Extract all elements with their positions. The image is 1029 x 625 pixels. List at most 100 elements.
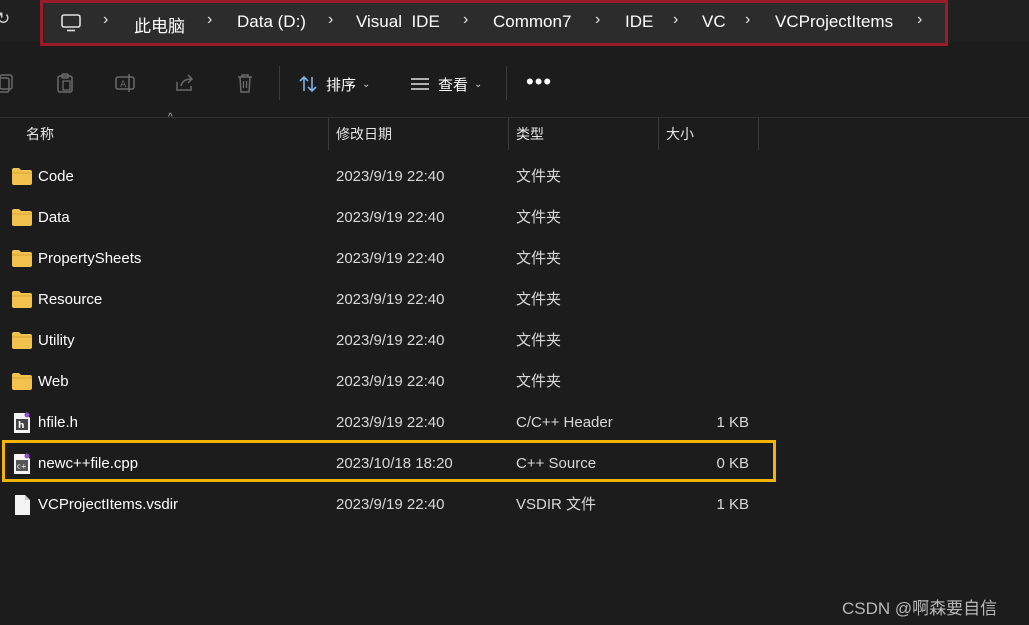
chevron-right-icon[interactable]: › xyxy=(328,11,333,29)
file-row[interactable]: VCProjectItems.vsdir 2023/9/19 22:40 VSD… xyxy=(0,484,1029,525)
watermark: CSDN @啊森要自信 xyxy=(842,599,998,618)
chevron-right-icon[interactable]: › xyxy=(673,11,678,29)
chevron-right-icon[interactable]: › xyxy=(103,11,108,29)
highlight-box xyxy=(2,440,776,482)
file-icon xyxy=(15,494,30,515)
folder-icon xyxy=(12,291,32,308)
breadcrumb-this-pc[interactable]: 此电脑 xyxy=(134,12,185,37)
file-row[interactable]: Utility 2023/9/19 22:40 文件夹 xyxy=(0,320,1029,361)
chevron-right-icon[interactable]: › xyxy=(917,11,922,29)
file-name-cell: PropertySheets xyxy=(12,238,141,279)
file-date: 2023/9/19 22:40 xyxy=(336,496,445,513)
share-icon[interactable] xyxy=(174,72,196,94)
file-name: VCProjectItems.vsdir xyxy=(38,496,179,513)
file-name: Data xyxy=(38,209,70,226)
column-header-row: 名称 修改日期 类型 大小 xyxy=(0,118,1029,150)
chevron-down-icon: ⌄ xyxy=(362,78,371,90)
file-name: Utility xyxy=(38,332,75,349)
folder-icon xyxy=(12,373,32,390)
file-row[interactable]: h hfile.h 2023/9/19 22:40 C/C++ Header 1… xyxy=(0,402,1029,443)
file-name-cell: Code xyxy=(12,156,74,197)
file-name-cell: h hfile.h xyxy=(12,402,78,443)
more-options-button[interactable]: ••• xyxy=(526,71,552,93)
file-name: Code xyxy=(38,168,74,185)
breadcrumb-vc[interactable]: VC xyxy=(702,12,726,32)
file-type: 文件夹 xyxy=(516,373,562,390)
file-type: C/C++ Header xyxy=(516,414,613,431)
file-type: 文件夹 xyxy=(516,250,562,267)
file-date: 2023/9/19 22:40 xyxy=(336,291,445,308)
file-size xyxy=(660,361,749,402)
file-name: hfile.h xyxy=(38,414,79,431)
file-size xyxy=(660,197,749,238)
view-button[interactable]: 查看 ⌄ xyxy=(410,72,482,96)
folder-icon xyxy=(12,209,32,226)
chevron-right-icon[interactable]: › xyxy=(595,11,600,29)
file-date: 2023/9/19 22:40 xyxy=(336,332,445,349)
column-header-size[interactable]: 大小 xyxy=(658,118,694,150)
chevron-right-icon[interactable]: › xyxy=(207,11,212,29)
toolbar-divider xyxy=(279,66,280,100)
file-date: 2023/9/19 22:40 xyxy=(336,414,445,431)
header-file-icon: h xyxy=(14,412,30,433)
paste-icon[interactable] xyxy=(54,72,76,94)
file-type: VSDIR 文件 xyxy=(516,496,597,513)
sort-label: 排序 xyxy=(326,76,357,94)
breadcrumb-visual-ide[interactable]: Visual IDE xyxy=(356,12,440,32)
folder-icon xyxy=(12,332,32,349)
view-icon xyxy=(411,78,429,90)
command-bar: A 排序 ⌄ 查看 ⌄ ••• xyxy=(0,48,1029,118)
file-name: Web xyxy=(38,373,69,390)
rename-icon[interactable]: A xyxy=(114,72,136,94)
column-header-date[interactable]: 修改日期 xyxy=(328,118,392,150)
chevron-down-icon: ⌄ xyxy=(474,78,483,90)
view-label: 查看 xyxy=(438,76,469,94)
chevron-right-icon[interactable]: › xyxy=(745,11,750,29)
file-size: 1 KB xyxy=(716,496,749,513)
file-name-cell: VCProjectItems.vsdir xyxy=(12,484,178,525)
file-size xyxy=(660,279,749,320)
column-header-type[interactable]: 类型 xyxy=(508,118,544,150)
toolbar-divider xyxy=(506,66,507,100)
delete-icon[interactable] xyxy=(234,72,256,94)
file-size xyxy=(660,156,749,197)
file-size: 1 KB xyxy=(716,414,749,431)
address-bar[interactable]: › 此电脑 › Data (D:) › Visual IDE › Common7… xyxy=(40,0,948,46)
sort-icon xyxy=(299,75,317,93)
file-size xyxy=(660,320,749,361)
file-row[interactable]: Data 2023/9/19 22:40 文件夹 xyxy=(0,197,1029,238)
file-name: PropertySheets xyxy=(38,250,142,267)
file-name-cell: Data xyxy=(12,197,70,238)
copy-icon[interactable] xyxy=(0,72,16,94)
breadcrumb-vcprojectitems[interactable]: VCProjectItems xyxy=(775,12,893,32)
file-row[interactable]: PropertySheets 2023/9/19 22:40 文件夹 xyxy=(0,238,1029,279)
file-name-cell: Resource xyxy=(12,279,102,320)
file-type: 文件夹 xyxy=(516,291,562,308)
address-bar-row: ↻ › 此电脑 › Data (D:) › Visual IDE › Commo… xyxy=(0,0,1029,46)
column-header-name[interactable]: 名称 xyxy=(18,118,54,150)
breadcrumb-ide[interactable]: IDE xyxy=(625,12,653,32)
file-type: 文件夹 xyxy=(516,332,562,349)
computer-icon[interactable] xyxy=(61,13,81,33)
file-type: 文件夹 xyxy=(516,209,562,226)
column-divider[interactable] xyxy=(758,118,759,150)
svg-text:A: A xyxy=(120,80,127,90)
file-type: 文件夹 xyxy=(516,168,562,185)
file-name-cell: Utility xyxy=(12,320,75,361)
file-row[interactable]: Web 2023/9/19 22:40 文件夹 xyxy=(0,361,1029,402)
file-size xyxy=(660,238,749,279)
file-row[interactable]: Resource 2023/9/19 22:40 文件夹 xyxy=(0,279,1029,320)
breadcrumb-common7[interactable]: Common7 xyxy=(493,12,571,32)
file-row[interactable]: Code 2023/9/19 22:40 文件夹 xyxy=(0,156,1029,197)
breadcrumb-drive-d[interactable]: Data (D:) xyxy=(237,12,306,32)
file-date: 2023/9/19 22:40 xyxy=(336,373,445,390)
sort-button[interactable]: 排序 ⌄ xyxy=(298,72,370,96)
refresh-icon[interactable]: ↻ xyxy=(0,8,12,30)
svg-text:h: h xyxy=(18,421,24,431)
folder-icon xyxy=(12,168,32,185)
file-date: 2023/9/19 22:40 xyxy=(336,209,445,226)
file-name-cell: Web xyxy=(12,361,69,402)
file-date: 2023/9/19 22:40 xyxy=(336,168,445,185)
chevron-right-icon[interactable]: › xyxy=(463,11,468,29)
file-name: Resource xyxy=(38,291,103,308)
